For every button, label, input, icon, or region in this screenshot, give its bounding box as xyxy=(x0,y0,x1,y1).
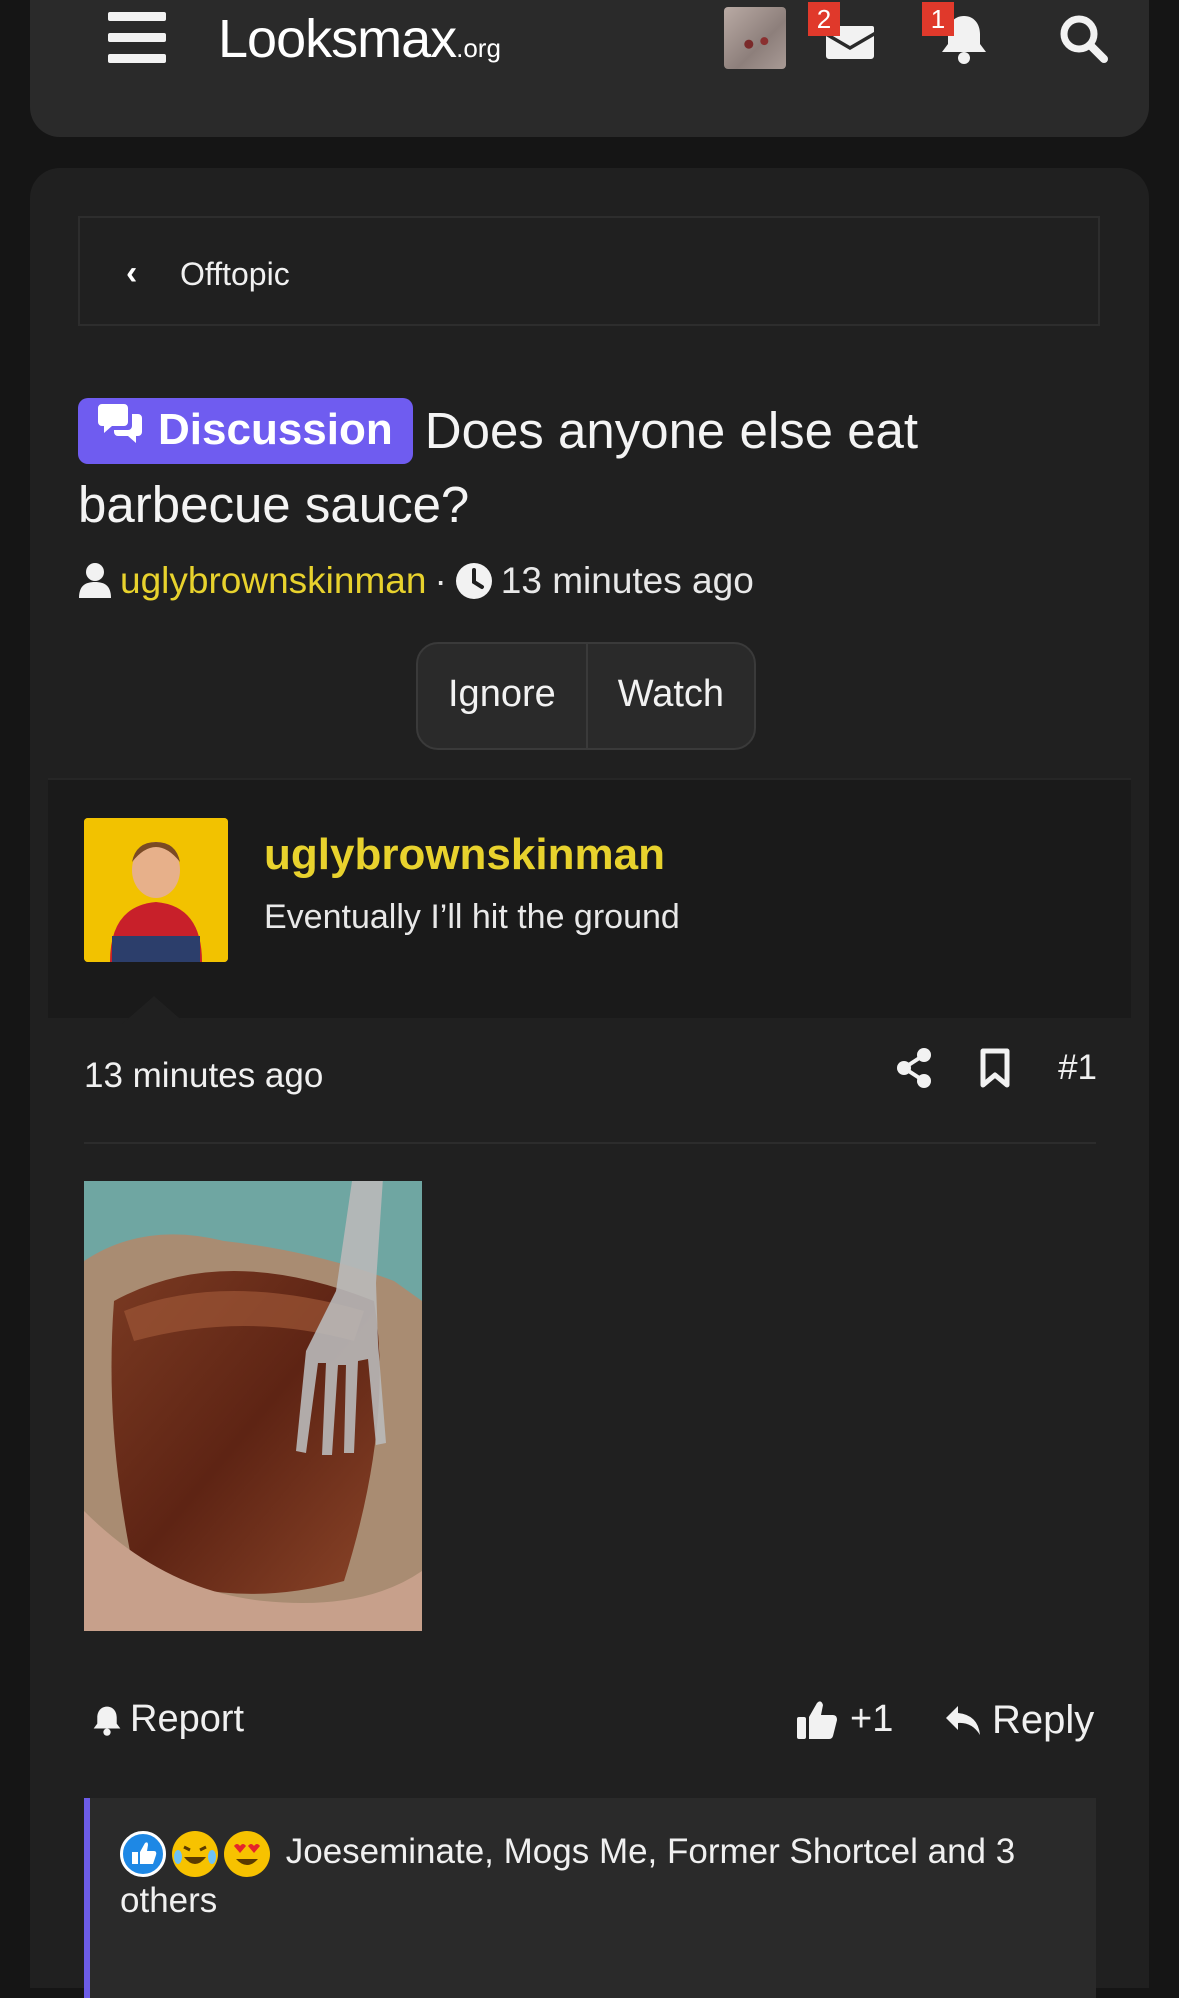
menu-icon[interactable] xyxy=(108,12,166,64)
top-nav-bar: Looksmax.org 2 1 xyxy=(30,0,1149,137)
user-title: Eventually I’ll hit the ground xyxy=(264,898,680,936)
thread-actions: Ignore Watch xyxy=(416,642,757,750)
search-icon xyxy=(1060,15,1108,63)
post-pointer xyxy=(122,996,186,1024)
messages-button[interactable]: 2 xyxy=(808,2,878,68)
messages-badge: 2 xyxy=(808,2,840,36)
post-actions-top: #1 xyxy=(896,1048,1097,1088)
prefix-label: Discussion xyxy=(158,405,393,454)
post-user-block: uglybrownskinman Eventually I’ll hit the… xyxy=(48,778,1131,1018)
post-number[interactable]: #1 xyxy=(1058,1048,1097,1088)
ignore-button[interactable]: Ignore xyxy=(418,644,586,748)
reply-label: Reply xyxy=(992,1698,1095,1742)
report-label: Report xyxy=(130,1698,245,1740)
post-username[interactable]: uglybrownskinman xyxy=(264,830,665,880)
heart-eyes-reaction-icon xyxy=(224,1830,270,1877)
bookmark-icon[interactable] xyxy=(980,1048,1010,1088)
meta-separator: · xyxy=(434,560,447,601)
clock-icon xyxy=(455,563,492,599)
bell-icon xyxy=(93,1706,121,1736)
comments-icon xyxy=(96,400,144,464)
account-avatar[interactable] xyxy=(724,7,786,69)
thread-meta: uglybrownskinman · 13 minutes ago xyxy=(78,560,754,602)
alerts-button[interactable]: 1 xyxy=(922,2,992,68)
discussion-prefix-tag[interactable]: Discussion xyxy=(78,398,413,465)
reply-button[interactable]: Reply xyxy=(944,1698,1094,1743)
like-reaction-icon xyxy=(120,1830,166,1877)
reactions-bar[interactable]: Joeseminate, Mogs Me, Former Shortcel an… xyxy=(84,1798,1096,1998)
plus-one-button[interactable]: +1 xyxy=(796,1698,893,1741)
search-button[interactable] xyxy=(1056,8,1112,68)
user-avatar[interactable] xyxy=(84,818,228,962)
crying-laughing-reaction-icon xyxy=(172,1830,218,1877)
report-button[interactable]: Report xyxy=(90,1698,244,1741)
breadcrumb-label: Offtopic xyxy=(180,256,290,292)
post-divider xyxy=(84,1142,1096,1144)
share-icon[interactable] xyxy=(896,1048,932,1088)
reply-arrow-icon xyxy=(946,1705,980,1735)
watch-button[interactable]: Watch xyxy=(588,644,754,748)
post-footer-actions: Report +1 Reply xyxy=(90,1698,1094,1758)
post-image[interactable] xyxy=(84,1181,422,1631)
alerts-badge: 1 xyxy=(922,2,954,36)
thumbs-up-icon xyxy=(797,1700,837,1739)
thread-author-link[interactable]: uglybrownskinman xyxy=(120,560,426,602)
main-content: ‹ Offtopic Discussion Does anyone else ea… xyxy=(30,168,1149,1998)
user-icon xyxy=(79,563,111,598)
chevron-left-icon: ‹ xyxy=(126,254,138,292)
plus-one-label: +1 xyxy=(850,1698,894,1740)
breadcrumb[interactable]: ‹ Offtopic xyxy=(78,216,1100,326)
thread-time: 13 minutes ago xyxy=(500,560,754,601)
thread-title: Discussion Does anyone else eat barbecue … xyxy=(78,394,1078,542)
site-logo[interactable]: Looksmax.org xyxy=(218,8,501,70)
post-time[interactable]: 13 minutes ago xyxy=(84,1056,323,1096)
